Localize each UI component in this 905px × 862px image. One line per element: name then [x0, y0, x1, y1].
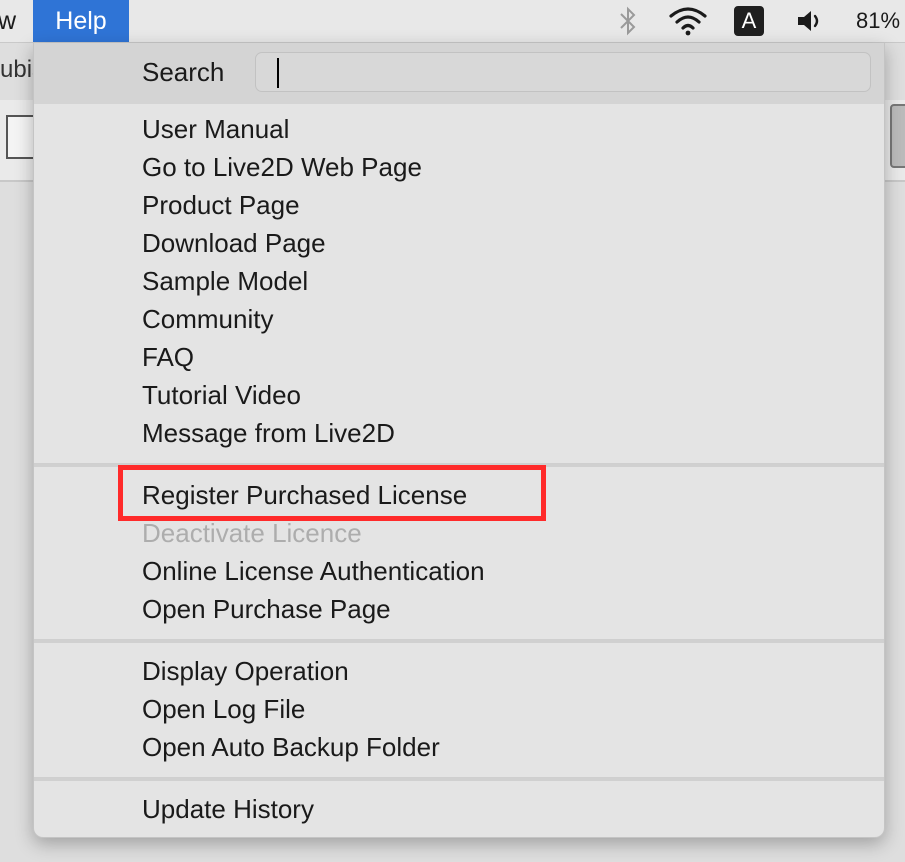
menu-item-update-history[interactable]: Update History — [142, 790, 314, 828]
menu-item-product-page[interactable]: Product Page — [142, 186, 300, 224]
menu-item-download-page[interactable]: Download Page — [142, 224, 326, 262]
menu-search-row: Search — [34, 43, 884, 104]
help-menu: Search User Manual Go to Live2D Web Page… — [33, 43, 885, 838]
menu-item-community[interactable]: Community — [142, 300, 273, 338]
menu-item-live2d-web-page[interactable]: Go to Live2D Web Page — [142, 148, 422, 186]
menu-item-open-log-file[interactable]: Open Log File — [142, 690, 305, 728]
wifi-icon[interactable] — [666, 5, 710, 37]
menubar-item-prev[interactable]: w — [0, 0, 16, 42]
background-side-button[interactable] — [890, 104, 905, 168]
menu-item-online-license-authentication[interactable]: Online License Authentication — [142, 552, 485, 590]
menu-item-open-purchase-page[interactable]: Open Purchase Page — [142, 590, 391, 628]
bluetooth-icon[interactable] — [614, 5, 642, 37]
volume-icon[interactable] — [793, 5, 827, 37]
menu-item-sample-model[interactable]: Sample Model — [142, 262, 308, 300]
text-caret — [277, 58, 279, 88]
menubar-item-help[interactable]: Help — [33, 0, 129, 42]
menu-item-display-operation[interactable]: Display Operation — [142, 652, 349, 690]
menu-item-message-from-live2d[interactable]: Message from Live2D — [142, 414, 395, 452]
search-input[interactable] — [255, 52, 871, 92]
highlight-box — [118, 465, 546, 521]
menu-item-tutorial-video[interactable]: Tutorial Video — [142, 376, 301, 414]
menu-item-open-auto-backup-folder[interactable]: Open Auto Backup Folder — [142, 728, 440, 766]
menu-separator — [34, 777, 884, 781]
menu-item-faq[interactable]: FAQ — [142, 338, 194, 376]
menu-item-user-manual[interactable]: User Manual — [142, 110, 289, 148]
menu-separator — [34, 639, 884, 643]
battery-percentage[interactable]: 81% — [856, 0, 900, 42]
input-source-icon[interactable]: A — [733, 5, 765, 37]
menu-bar: w Help A 81% — [0, 0, 905, 43]
search-label: Search — [142, 57, 225, 87]
input-source-label: A — [734, 6, 764, 36]
